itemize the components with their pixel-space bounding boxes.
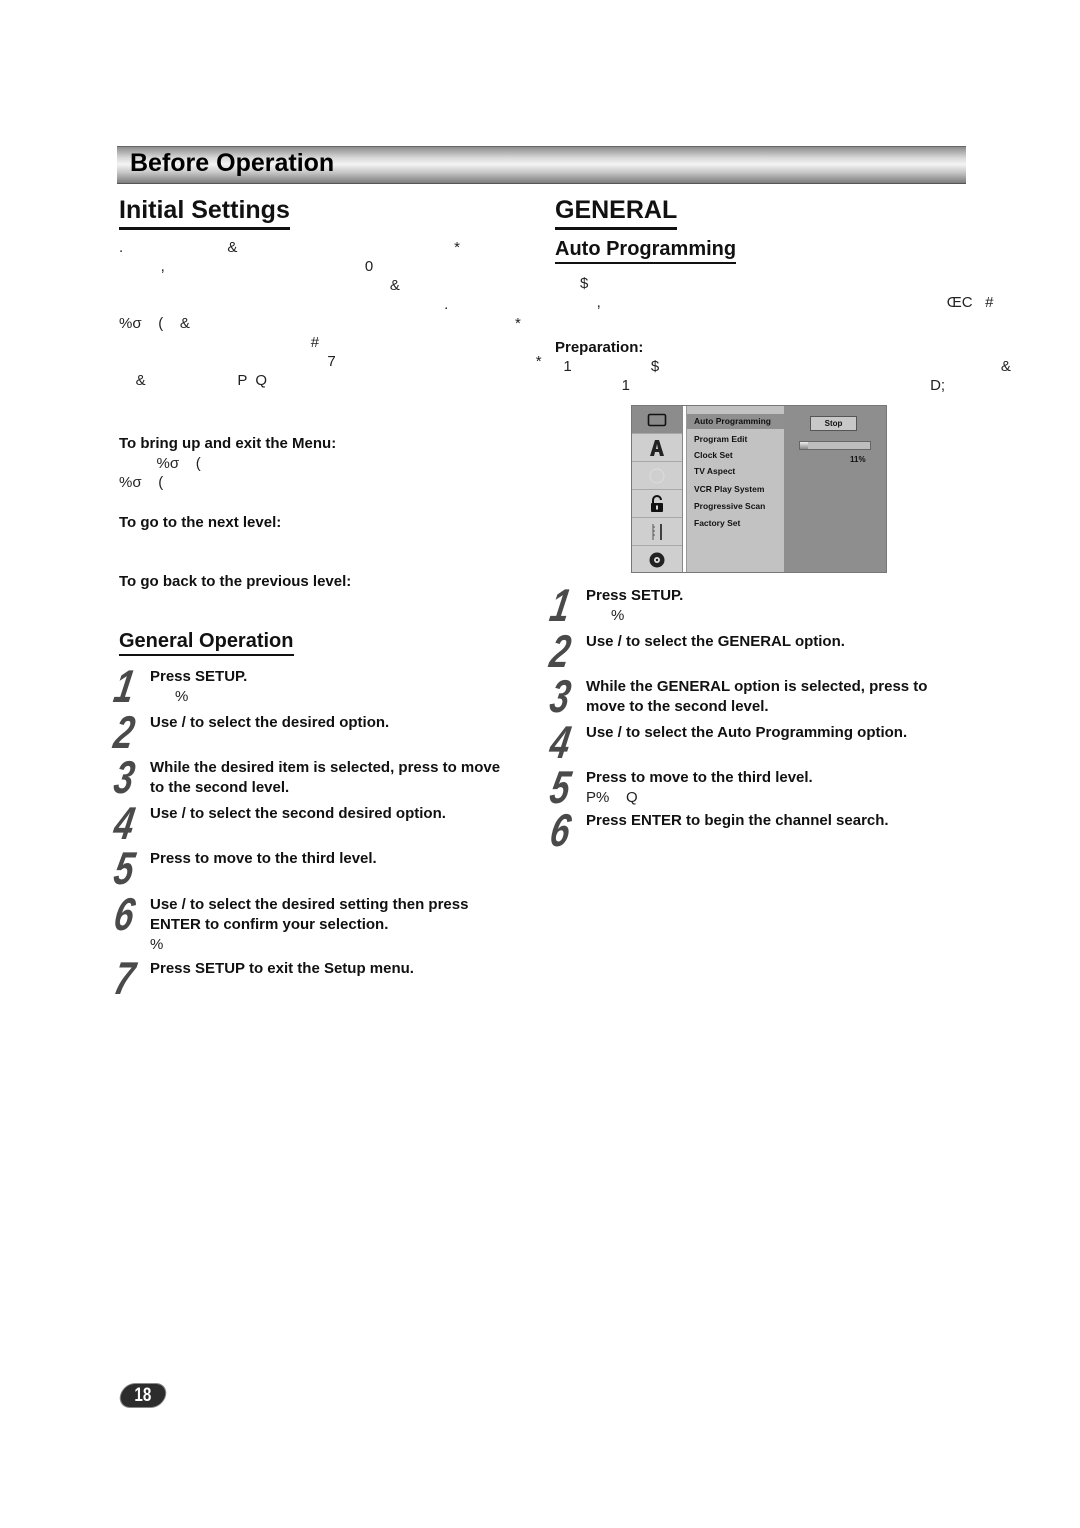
step-text: Press to move to the third level. [586, 769, 813, 786]
category-icon-column [632, 406, 683, 572]
padlock-icon[interactable] [632, 490, 682, 518]
menu-item-auto-programming[interactable]: Auto Programming [687, 414, 784, 429]
ruler-icon[interactable] [632, 518, 682, 546]
step-number: 3 [546, 670, 575, 722]
preparation-line: 1 $ & [555, 358, 1011, 375]
general-operation-title: General Operation [119, 629, 294, 656]
general-submenu: Auto Programming Program Edit Clock Set … [686, 406, 785, 572]
step-subtext: % [150, 688, 189, 705]
step-subtext: P% Q [586, 789, 638, 806]
search-progress-label: 11% [850, 455, 866, 464]
step-text: Press SETUP to exit the Setup menu. [150, 960, 414, 977]
step-number: 6 [110, 888, 139, 940]
section-banner: Before Operation [117, 146, 966, 184]
intro-line: & [119, 277, 400, 294]
stop-button[interactable]: Stop [810, 416, 857, 431]
step-subtext: % [586, 607, 625, 624]
preparation-line: 1 D; [555, 377, 946, 394]
menu-item-tv-aspect[interactable]: TV Aspect [687, 464, 784, 479]
step-text: Press SETUP. [150, 668, 248, 685]
intro-line: . [119, 296, 449, 313]
initial-settings-title: Initial Settings [119, 195, 290, 230]
auto-programming-intro: $ , ŒC # [555, 274, 994, 312]
menu-item-vcr-play-system[interactable]: VCR Play System [687, 482, 784, 497]
step-subtext: % [150, 936, 164, 953]
previous-level-label: To go back to the previous level: [119, 573, 352, 590]
setup-menu-screen: Auto Programming Program Edit Clock Set … [631, 405, 887, 573]
bring-up-line: %σ ( [119, 474, 164, 491]
step-number: 4 [110, 797, 139, 849]
menu-item-progressive-scan[interactable]: Progressive Scan [687, 499, 784, 514]
step-text: While the GENERAL option is selected, pr… [586, 678, 928, 715]
search-progress-fill [800, 442, 808, 449]
disc-icon[interactable] [632, 546, 682, 573]
tv-screen-icon[interactable] [632, 406, 682, 434]
intro-line: %σ ( & * [119, 315, 521, 332]
preparation-label: Preparation: [555, 339, 644, 356]
general-title: GENERAL [555, 195, 678, 230]
step-text: Press ENTER to begin the channel search. [586, 812, 889, 829]
search-progress-bar [799, 441, 871, 450]
bring-up-menu-label: To bring up and exit the Menu: [119, 435, 337, 452]
menu-item-factory-set[interactable]: Factory Set [687, 516, 784, 531]
step-number: 4 [546, 716, 575, 768]
step-text: Use / to select the Auto Programming opt… [586, 724, 908, 741]
section-title: Before Operation [130, 149, 335, 177]
intro-line: . & * [119, 239, 460, 256]
step-number: 1 [546, 579, 575, 631]
step-number: 2 [546, 625, 575, 677]
intro-line: # [119, 334, 320, 351]
initial-settings-intro: . & * , 0 & . %σ (& * # 7 * & P Q [119, 238, 542, 390]
step-text: While the desired item is selected, pres… [150, 759, 501, 796]
step-number: 6 [546, 804, 575, 856]
step-text: Use / to select the second desired optio… [150, 805, 446, 822]
step-number: 7 [110, 952, 139, 1004]
step-text: Use / to select the desired option. [150, 714, 390, 731]
step-text: Use / to select the desired setting then… [150, 896, 469, 933]
next-level-label: To go to the next level: [119, 514, 282, 531]
circle-icon[interactable] [632, 462, 682, 490]
language-a-icon[interactable] [632, 434, 682, 462]
step-number: 2 [110, 706, 139, 758]
intro-line: , ŒC # [555, 294, 994, 311]
auto-programming-title: Auto Programming [555, 237, 737, 264]
step-number: 5 [110, 842, 139, 894]
menu-item-program-edit[interactable]: Program Edit [687, 432, 784, 447]
auto-programming-panel: Stop 11% [784, 406, 886, 572]
intro-line: $ [555, 275, 589, 292]
intro-line: , 0 [119, 258, 374, 275]
menu-item-clock-set[interactable]: Clock Set [687, 448, 784, 463]
step-text: Use / to select the GENERAL option. [586, 633, 845, 650]
intro-line: 7 * [119, 353, 542, 370]
intro-line: & P Q [119, 372, 268, 389]
step-number: 3 [110, 751, 139, 803]
step-text: Press SETUP. [586, 587, 684, 604]
page-number-badge: 18 [118, 1384, 168, 1407]
bring-up-line: %σ ( [119, 455, 201, 472]
step-number: 1 [110, 660, 139, 712]
step-text: Press to move to the third level. [150, 850, 377, 867]
page-number: 18 [134, 1385, 152, 1406]
